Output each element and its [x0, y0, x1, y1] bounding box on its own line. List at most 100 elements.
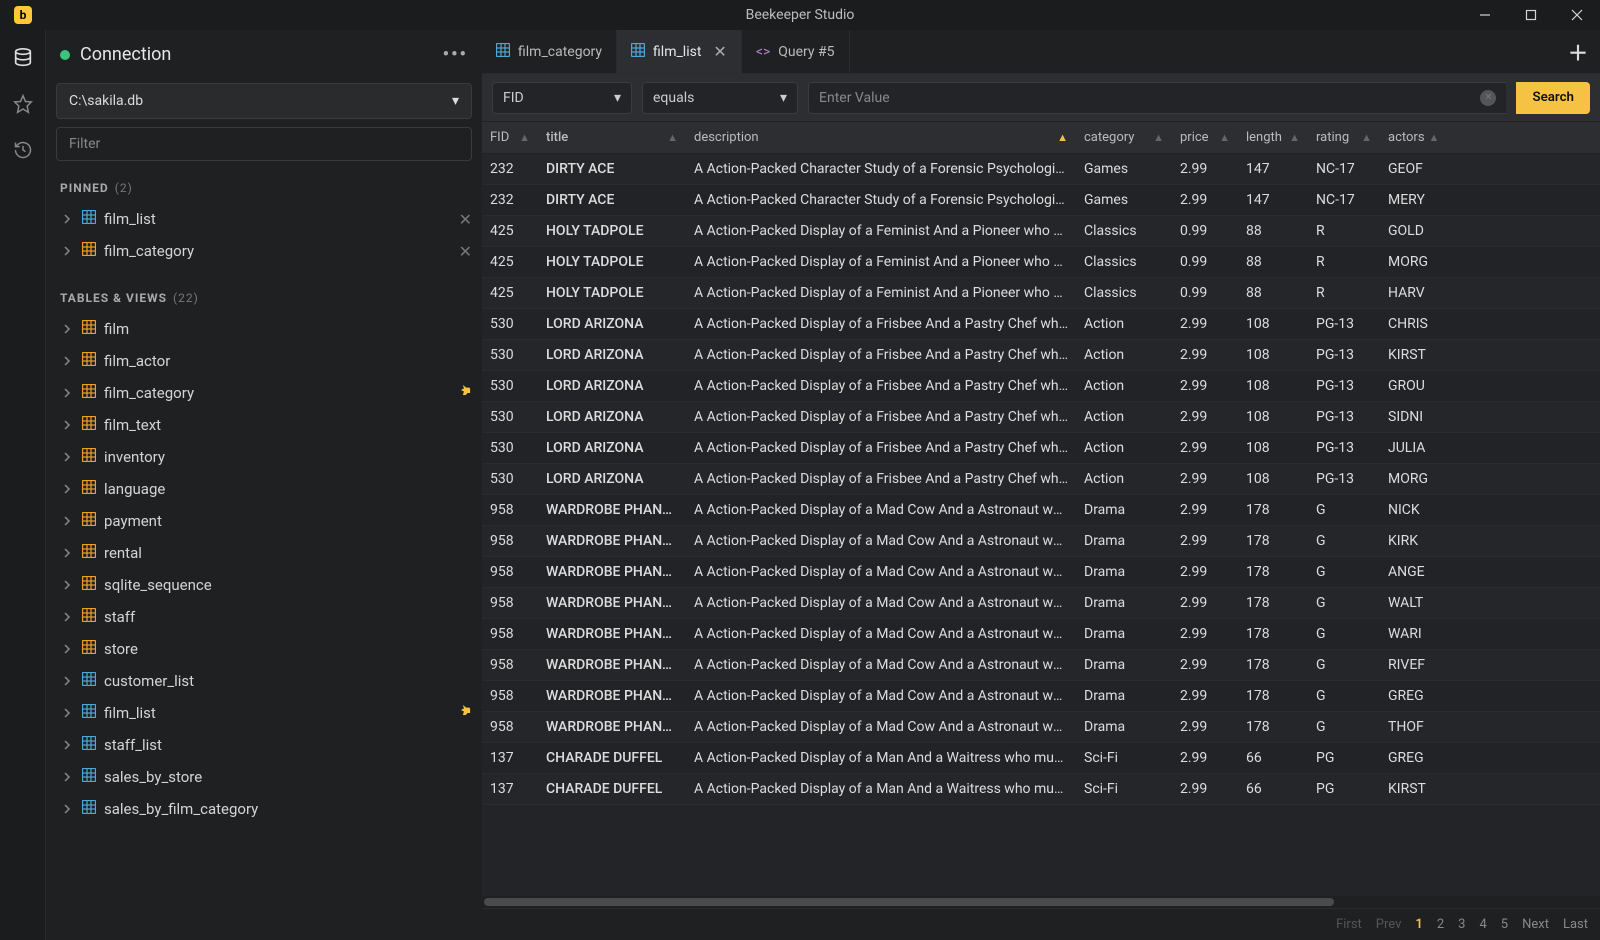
cell-actors[interactable]: THOF — [1380, 719, 1446, 735]
filter-value-input[interactable]: ✕ — [808, 82, 1506, 114]
column-header-category[interactable]: category ▲ — [1076, 122, 1172, 153]
tab[interactable]: film_list ✕ — [617, 30, 742, 73]
cell-length[interactable]: 178 — [1238, 626, 1308, 642]
filter-input[interactable] — [56, 127, 472, 161]
cell-description[interactable]: A Action-Packed Display of a Man And a W… — [686, 750, 1076, 766]
cell-price[interactable]: 2.99 — [1172, 750, 1238, 766]
cell-description[interactable]: A Action-Packed Display of a Feminist An… — [686, 285, 1076, 301]
cell-title[interactable]: WARDROBE PHANT... — [538, 502, 686, 518]
cell-title[interactable]: WARDROBE PHANT... — [538, 533, 686, 549]
cell-length[interactable]: 88 — [1238, 254, 1308, 270]
cell-category[interactable]: Action — [1076, 378, 1172, 394]
page-number[interactable]: 4 — [1479, 917, 1486, 932]
table-item[interactable]: inventory — [46, 441, 482, 473]
cell-category[interactable]: Action — [1076, 471, 1172, 487]
filter-field[interactable] — [69, 136, 459, 152]
cell-length[interactable]: 147 — [1238, 161, 1308, 177]
unpin-button[interactable]: ✕ — [459, 242, 472, 261]
cell-actors[interactable]: GROU — [1380, 378, 1446, 394]
cell-fid[interactable]: 425 — [482, 285, 538, 301]
cell-description[interactable]: A Action-Packed Display of a Mad Cow And… — [686, 688, 1076, 704]
cell-price[interactable]: 2.99 — [1172, 316, 1238, 332]
unpin-button[interactable]: ✕ — [459, 210, 472, 229]
column-header-actors[interactable]: actors ▲ — [1380, 122, 1446, 153]
cell-price[interactable]: 2.99 — [1172, 626, 1238, 642]
cell-rating[interactable]: R — [1308, 223, 1380, 239]
cell-rating[interactable]: R — [1308, 254, 1380, 270]
cell-category[interactable]: Drama — [1076, 533, 1172, 549]
cell-length[interactable]: 108 — [1238, 378, 1308, 394]
star-icon[interactable] — [11, 92, 35, 116]
cell-price[interactable]: 2.99 — [1172, 440, 1238, 456]
cell-category[interactable]: Drama — [1076, 502, 1172, 518]
database-icon[interactable] — [11, 46, 35, 70]
cell-actors[interactable]: NICK — [1380, 502, 1446, 518]
cell-title[interactable]: LORD ARIZONA — [538, 316, 686, 332]
connection-menu-button[interactable]: ••• — [443, 44, 468, 65]
cell-category[interactable]: Sci-Fi — [1076, 750, 1172, 766]
table-item[interactable]: film_list — [46, 697, 482, 729]
cell-description[interactable]: A Action-Packed Character Study of a For… — [686, 192, 1076, 208]
cell-rating[interactable]: PG-13 — [1308, 440, 1380, 456]
cell-fid[interactable]: 137 — [482, 750, 538, 766]
cell-rating[interactable]: G — [1308, 657, 1380, 673]
cell-category[interactable]: Drama — [1076, 595, 1172, 611]
table-row[interactable]: 958WARDROBE PHANT...A Action-Packed Disp… — [482, 650, 1600, 681]
cell-price[interactable]: 2.99 — [1172, 657, 1238, 673]
cell-category[interactable]: Action — [1076, 440, 1172, 456]
horizontal-scrollbar[interactable] — [482, 896, 1600, 908]
cell-length[interactable]: 178 — [1238, 719, 1308, 735]
cell-price[interactable]: 2.99 — [1172, 719, 1238, 735]
cell-rating[interactable]: PG-13 — [1308, 471, 1380, 487]
history-icon[interactable] — [11, 138, 35, 162]
cell-description[interactable]: A Action-Packed Character Study of a For… — [686, 161, 1076, 177]
cell-title[interactable]: WARDROBE PHANT... — [538, 564, 686, 580]
clear-icon[interactable]: ✕ — [1480, 90, 1496, 106]
cell-length[interactable]: 108 — [1238, 347, 1308, 363]
cell-title[interactable]: HOLY TADPOLE — [538, 285, 686, 301]
maximize-button[interactable] — [1508, 0, 1554, 30]
cell-title[interactable]: WARDROBE PHANT... — [538, 688, 686, 704]
table-row[interactable]: 958WARDROBE PHANT...A Action-Packed Disp… — [482, 681, 1600, 712]
cell-description[interactable]: A Action-Packed Display of a Frisbee And… — [686, 347, 1076, 363]
cell-fid[interactable]: 425 — [482, 254, 538, 270]
cell-description[interactable]: A Action-Packed Display of a Frisbee And… — [686, 316, 1076, 332]
table-item[interactable]: sqlite_sequence — [46, 569, 482, 601]
cell-length[interactable]: 108 — [1238, 440, 1308, 456]
cell-title[interactable]: WARDROBE PHANT... — [538, 657, 686, 673]
column-header-title[interactable]: title ▲ — [538, 122, 686, 153]
table-item[interactable]: sales_by_store — [46, 761, 482, 793]
table-item[interactable]: staff_list — [46, 729, 482, 761]
table-row[interactable]: 137CHARADE DUFFELA Action-Packed Display… — [482, 743, 1600, 774]
cell-length[interactable]: 178 — [1238, 595, 1308, 611]
cell-length[interactable]: 178 — [1238, 657, 1308, 673]
cell-rating[interactable]: G — [1308, 502, 1380, 518]
cell-description[interactable]: A Action-Packed Display of a Mad Cow And… — [686, 719, 1076, 735]
cell-rating[interactable]: PG-13 — [1308, 316, 1380, 332]
cell-actors[interactable]: WARI — [1380, 626, 1446, 642]
cell-price[interactable]: 2.99 — [1172, 161, 1238, 177]
cell-category[interactable]: Drama — [1076, 688, 1172, 704]
cell-rating[interactable]: G — [1308, 533, 1380, 549]
cell-rating[interactable]: PG-13 — [1308, 409, 1380, 425]
table-item[interactable]: staff — [46, 601, 482, 633]
cell-length[interactable]: 108 — [1238, 471, 1308, 487]
cell-title[interactable]: WARDROBE PHANT... — [538, 626, 686, 642]
cell-category[interactable]: Drama — [1076, 564, 1172, 580]
cell-description[interactable]: A Action-Packed Display of a Mad Cow And… — [686, 595, 1076, 611]
cell-fid[interactable]: 958 — [482, 626, 538, 642]
table-row[interactable]: 958WARDROBE PHANT...A Action-Packed Disp… — [482, 495, 1600, 526]
cell-fid[interactable]: 958 — [482, 688, 538, 704]
cell-rating[interactable]: R — [1308, 285, 1380, 301]
page-next[interactable]: Next — [1522, 917, 1549, 932]
table-item[interactable]: film_category — [46, 377, 482, 409]
cell-rating[interactable]: NC-17 — [1308, 161, 1380, 177]
cell-fid[interactable]: 425 — [482, 223, 538, 239]
table-row[interactable]: 958WARDROBE PHANT...A Action-Packed Disp… — [482, 619, 1600, 650]
table-item[interactable]: sales_by_film_category — [46, 793, 482, 825]
cell-price[interactable]: 2.99 — [1172, 688, 1238, 704]
page-number[interactable]: 5 — [1501, 917, 1508, 932]
cell-actors[interactable]: WALT — [1380, 595, 1446, 611]
table-row[interactable]: 232DIRTY ACEA Action-Packed Character St… — [482, 185, 1600, 216]
cell-price[interactable]: 0.99 — [1172, 254, 1238, 270]
